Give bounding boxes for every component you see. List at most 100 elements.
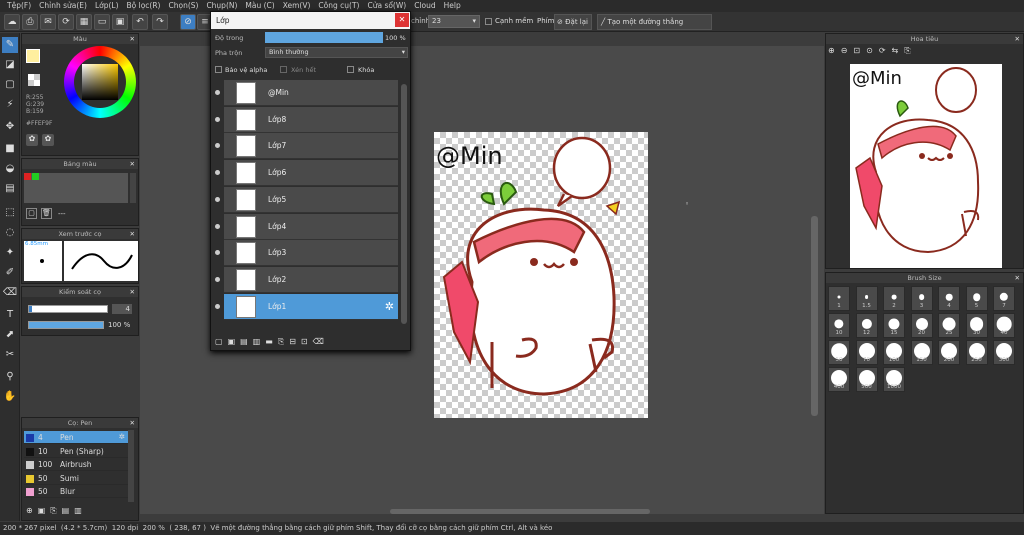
chat-icon[interactable]: ✉ xyxy=(40,14,56,30)
brush-size-cell[interactable]: 4 xyxy=(938,286,960,311)
layer-row[interactable]: @Min xyxy=(215,80,398,106)
brush-size-cell[interactable]: 1 xyxy=(828,286,850,311)
brush-size-cell[interactable]: 30 xyxy=(965,313,988,338)
canvas-v-scrollbar[interactable] xyxy=(811,216,818,416)
canvas-h-scrollbar[interactable] xyxy=(390,509,650,514)
zoom-in-icon[interactable]: ⊕ xyxy=(828,46,841,55)
brush-size-cell[interactable]: 100 xyxy=(883,340,905,365)
navigator-preview[interactable]: @Min xyxy=(850,64,1002,268)
hand-tool-icon[interactable]: ✋ xyxy=(2,389,18,405)
brush-size-cell[interactable]: 300 xyxy=(993,340,1015,365)
operation-tool-icon[interactable]: ⬈ xyxy=(2,327,18,343)
blend-mode-select[interactable]: Bình thường ▾ xyxy=(265,47,408,58)
brush-copy-icon[interactable]: ⎘ xyxy=(50,506,61,515)
rect-tool-icon[interactable]: ■ xyxy=(2,141,18,157)
layer-list-scrollbar[interactable] xyxy=(401,84,407,324)
visibility-icon[interactable] xyxy=(215,276,220,282)
menu-item[interactable]: Cloud xyxy=(410,0,439,12)
visibility-icon[interactable] xyxy=(215,223,220,229)
brush-size-cell[interactable]: 40 xyxy=(993,313,1015,338)
layer-row[interactable]: Lớp3 xyxy=(215,240,398,267)
trash-icon[interactable]: 🗑 xyxy=(41,208,52,219)
palette-grid[interactable] xyxy=(24,173,128,203)
close-icon[interactable]: ✕ xyxy=(1015,34,1020,44)
lock-checkbox[interactable] xyxy=(347,66,354,73)
brush-size-cell[interactable]: 500 xyxy=(855,367,878,392)
menu-item[interactable]: Tệp(F) xyxy=(3,0,35,12)
brush-size-cell[interactable]: 20 xyxy=(910,313,933,338)
duplicate-layer-icon[interactable]: ⎘ xyxy=(278,337,289,346)
color-picker-icon[interactable]: ✿ xyxy=(26,134,38,146)
delete-layer-icon[interactable]: ⌫ xyxy=(313,337,329,346)
select-eraser-tool-icon[interactable]: ⌫ xyxy=(2,285,18,301)
brush-folder2-icon[interactable]: ▤ xyxy=(62,506,75,515)
visibility-icon[interactable] xyxy=(215,116,220,122)
undo-icon[interactable]: ↶ xyxy=(132,14,148,30)
clear-layer-icon[interactable]: ⊡ xyxy=(301,337,313,346)
gear-icon[interactable]: ✲ xyxy=(385,300,394,313)
move-tool-icon[interactable]: ✥ xyxy=(2,119,18,135)
brush-delete-icon[interactable]: ▥ xyxy=(74,506,87,515)
brush-size-cell[interactable]: 25 xyxy=(938,313,960,338)
palette-scrollbar[interactable] xyxy=(130,173,136,203)
visibility-icon[interactable] xyxy=(215,250,220,256)
visibility-icon[interactable] xyxy=(215,143,220,149)
close-icon[interactable]: ✕ xyxy=(130,159,135,169)
app-icon[interactable]: ☁ xyxy=(4,14,20,30)
magic-wand-tool-icon[interactable]: ✦ xyxy=(2,245,18,261)
snap-off-icon[interactable]: ⊘ xyxy=(180,14,196,30)
palette-swatch[interactable] xyxy=(24,173,31,180)
visibility-icon[interactable] xyxy=(215,90,220,95)
menu-item[interactable]: Help xyxy=(440,0,465,12)
new-folder-icon[interactable]: ▬ xyxy=(265,337,278,346)
opacity-slider[interactable] xyxy=(28,321,104,329)
layer-row[interactable]: Lớp7 xyxy=(215,133,398,160)
close-icon[interactable]: ✕ xyxy=(130,229,135,239)
close-icon[interactable]: ✕ xyxy=(130,34,135,44)
brush-size-cell[interactable]: 3 xyxy=(910,286,933,311)
palette-swatch[interactable] xyxy=(32,173,39,180)
share-icon[interactable]: ⟳ xyxy=(58,14,74,30)
close-icon[interactable]: ✕ xyxy=(1015,273,1020,283)
artwork-canvas[interactable]: @Min xyxy=(434,132,648,418)
brush-tool-icon[interactable]: ✎ xyxy=(2,37,18,53)
new-layer-8bit-icon[interactable]: ▣ xyxy=(228,337,241,346)
close-icon[interactable]: ✕ xyxy=(395,13,409,27)
brush-item[interactable]: 4 Pen ✲ xyxy=(24,431,128,444)
menu-item[interactable]: Bộ lọc(R) xyxy=(123,0,165,12)
new-layer-icon[interactable]: ▢ xyxy=(215,337,228,346)
menu-item[interactable]: Chỉnh sửa(E) xyxy=(35,0,91,12)
brush-size-cell[interactable]: 12 xyxy=(855,313,878,338)
brush-size-slider[interactable] xyxy=(28,305,108,313)
redo-icon[interactable]: ↷ xyxy=(152,14,168,30)
layer-row[interactable]: Lớp8 xyxy=(215,106,398,133)
add-page-icon[interactable]: ▢ xyxy=(26,208,37,219)
fill-icon[interactable]: ▣ xyxy=(112,14,128,30)
layer-row[interactable]: Lớp1 ✲ xyxy=(215,293,398,320)
brush-size-cell[interactable]: 70 xyxy=(855,340,878,365)
brush-item[interactable]: 50 Blur xyxy=(24,485,128,498)
zoom-reset-icon[interactable]: ⊙ xyxy=(866,46,879,55)
layer-opacity-slider[interactable] xyxy=(265,32,383,43)
layer-window-titlebar[interactable]: Lớp ✕ xyxy=(211,12,410,29)
new-layer-tone-icon[interactable]: ▥ xyxy=(253,337,266,346)
layer-row[interactable]: Lớp4 xyxy=(215,213,398,240)
brush-size-cell[interactable]: 10 xyxy=(828,313,850,338)
visibility-icon[interactable] xyxy=(215,170,220,176)
brush-size-cell[interactable]: 15 xyxy=(883,313,905,338)
layer-row[interactable]: Lớp6 xyxy=(215,160,398,187)
snap-select[interactable]: 23 ▾ xyxy=(428,15,480,28)
reset-button[interactable]: ⊘ Đặt lại xyxy=(554,14,592,30)
visibility-icon[interactable] xyxy=(215,196,220,202)
color-settings-icon[interactable]: ✿ xyxy=(42,134,54,146)
flip-icon[interactable]: ⇆ xyxy=(892,46,905,55)
straight-line-button[interactable]: ╱ Tạo một đường thẳng xyxy=(597,14,712,30)
merge-down-icon[interactable]: ⊟ xyxy=(289,337,301,346)
brush-size-cell[interactable]: 1.5 xyxy=(855,286,878,311)
copy-view-icon[interactable]: ⎘ xyxy=(904,46,916,55)
bucket-tool-icon[interactable]: ◒ xyxy=(2,161,18,177)
fit-icon[interactable]: ⊡ xyxy=(853,46,866,55)
brush-add-icon[interactable]: ⊕ xyxy=(26,506,38,515)
layer-row[interactable]: Lớp5 xyxy=(215,186,398,213)
gradient-tool-icon[interactable]: ▤ xyxy=(2,181,18,197)
